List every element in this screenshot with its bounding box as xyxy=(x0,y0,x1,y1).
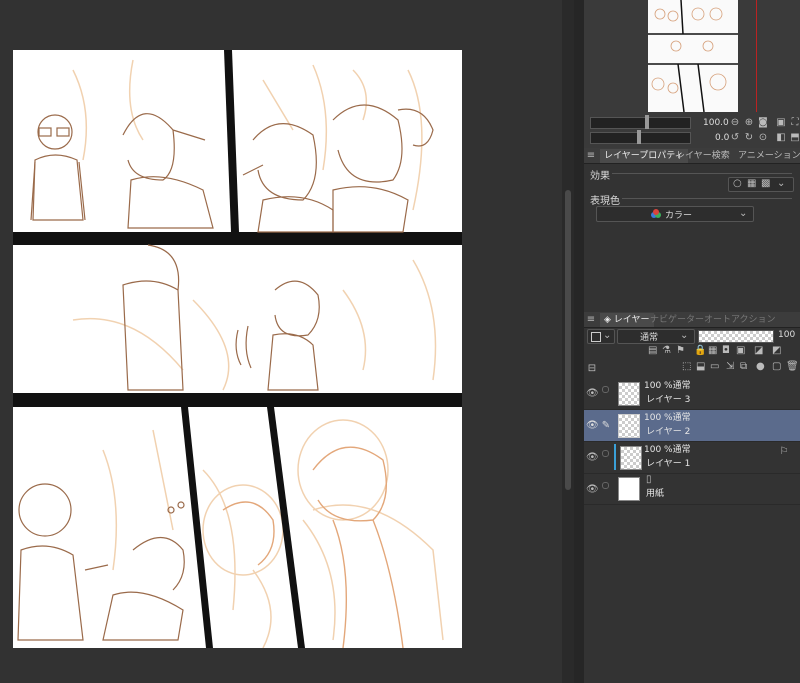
edit-target-indicator[interactable] xyxy=(602,450,609,457)
flip-horizontal-icon[interactable]: ◧ xyxy=(775,132,787,144)
expression-color-label: 表現色 xyxy=(590,196,620,207)
layer-thumbnail xyxy=(618,414,640,438)
tab-animation-cel[interactable]: アニメーションセル xyxy=(734,149,800,163)
layer-color-marker xyxy=(614,444,616,470)
lock-icon[interactable]: 🔒 xyxy=(694,345,706,357)
stop-icon[interactable]: ◙ xyxy=(757,117,769,129)
layer-row-2[interactable]: 👁 ✎ 100 %通常 レイヤー 2 xyxy=(584,410,800,442)
border-effect-icon[interactable]: ○ xyxy=(733,178,742,190)
opacity-value[interactable]: 100 xyxy=(778,330,795,340)
layer-row-paper[interactable]: 👁 ▯ 用紙 xyxy=(584,474,800,505)
transfer-icon[interactable]: ⇲ xyxy=(726,361,734,373)
blend-mode-select[interactable]: 通常 ⌄ xyxy=(617,329,695,344)
vertical-scroll-thumb[interactable] xyxy=(565,190,571,490)
tab-auto-action[interactable]: オートアクション xyxy=(700,313,780,327)
effect-divider xyxy=(612,173,792,174)
copy-layer-icon[interactable]: ▢ xyxy=(772,361,781,373)
blend-mode-value: 通常 xyxy=(640,333,659,343)
fit-icon[interactable]: ▣ xyxy=(775,117,787,129)
zoom-value: 100.0 xyxy=(703,118,729,128)
layer-name[interactable]: レイヤー 3 xyxy=(646,394,690,406)
layer-thumbnail xyxy=(618,382,640,406)
draft-icon[interactable]: ◪ xyxy=(754,345,763,357)
new-vector-icon[interactable]: ⬓ xyxy=(696,361,705,373)
new-folder-icon[interactable]: ▭ xyxy=(710,361,719,373)
paper-thumbnail xyxy=(618,477,640,501)
expression-color-select[interactable]: カラー ⌄ xyxy=(596,206,754,222)
panel-splitter[interactable] xyxy=(574,0,584,683)
layer-mode: 100 %通常 xyxy=(644,445,691,455)
clip-icon[interactable]: ⚑ xyxy=(676,345,685,357)
layer-color-swatch xyxy=(591,332,601,342)
eye-icon[interactable]: 👁 xyxy=(586,484,599,496)
new-raster-icon[interactable]: ⬚ xyxy=(682,361,691,373)
layer-name[interactable]: レイヤー 2 xyxy=(646,426,690,438)
zoom-slider-handle[interactable] xyxy=(645,115,649,129)
delete-layer-icon[interactable]: 🗑 xyxy=(786,361,799,373)
panel-menu-icon[interactable]: ≡ xyxy=(586,314,596,326)
chevron-down-icon: ⌄ xyxy=(739,208,748,219)
navigator-preview[interactable] xyxy=(648,0,738,113)
apply-mask-icon[interactable]: ● xyxy=(756,361,765,373)
fullscreen-icon[interactable]: ⛶ xyxy=(789,117,800,129)
layer-list-icon[interactable]: ⊟ xyxy=(586,363,598,375)
lock-transparency-icon[interactable]: ▦ xyxy=(708,345,717,357)
mask-icon[interactable]: ⚗ xyxy=(662,345,671,357)
edit-target-indicator[interactable] xyxy=(602,386,609,393)
layer-mode: 100 %通常 xyxy=(644,381,691,391)
flip-vertical-icon[interactable]: ⬒ xyxy=(789,132,800,144)
combine-icon[interactable]: ⧉ xyxy=(740,361,747,373)
chevron-down-icon: ⌄ xyxy=(603,330,612,341)
navigator-preview-art xyxy=(648,0,738,113)
rotate-slider-handle[interactable] xyxy=(637,130,641,144)
expression-divider xyxy=(622,198,792,199)
rotate-right-icon[interactable]: ↻ xyxy=(743,132,755,144)
draft-layer-icon: ⚐ xyxy=(779,446,789,457)
paper-icon: ▯ xyxy=(646,474,652,485)
zoom-out-icon[interactable]: ⊖ xyxy=(729,117,741,129)
layer-list-empty-area[interactable] xyxy=(584,505,800,683)
color-circles-icon xyxy=(651,209,661,219)
layer-thumbnail xyxy=(620,446,642,470)
effect-label: 効果 xyxy=(590,171,610,182)
tab-layer-search[interactable]: レイヤー検索 xyxy=(672,149,734,163)
layer-toolbar-1: ▤ ⚗ ⚑ 🔒 ▦ ◘ ▣ ◪ ◩ xyxy=(640,345,800,359)
opacity-slider[interactable] xyxy=(698,330,774,343)
ruler-icon[interactable]: ▣ xyxy=(736,345,745,357)
extract-line-icon[interactable]: ▩ xyxy=(761,178,770,190)
layer-toolbar-2: ⬚ ⬓ ▭ ⇲ ⧉ ● ▢ 🗑 xyxy=(680,361,800,375)
layer-mode: 100 %通常 xyxy=(644,413,691,423)
eye-icon[interactable]: 👁 xyxy=(586,388,599,400)
layers-icon: ◈ xyxy=(604,315,614,325)
zoom-in-icon[interactable]: ⊕ xyxy=(743,117,755,129)
layer-row-3[interactable]: 👁 100 %通常 レイヤー 3 xyxy=(584,378,800,410)
layer-color-button[interactable]: ⌄ xyxy=(587,329,615,344)
expression-color-value: カラー xyxy=(665,211,693,221)
eye-icon[interactable]: 👁 xyxy=(586,420,599,432)
pen-icon: ✎ xyxy=(601,420,611,431)
panel-menu-icon[interactable]: ≡ xyxy=(586,150,596,162)
manga-page-canvas[interactable] xyxy=(13,50,462,649)
effect-buttons[interactable]: ○ ▦ ▩ ⌄ xyxy=(728,177,794,192)
edit-target-indicator[interactable] xyxy=(602,482,609,489)
chevron-down-icon: ⌄ xyxy=(680,330,689,341)
chevron-down-icon[interactable]: ⌄ xyxy=(777,178,785,190)
color-icon[interactable]: ◩ xyxy=(772,345,781,357)
layer-name[interactable]: 用紙 xyxy=(646,488,664,500)
tone-effect-icon[interactable]: ▦ xyxy=(747,178,756,190)
reset-rotate-icon[interactable]: ⊙ xyxy=(757,132,769,144)
layer-row-1[interactable]: 👁 100 %通常 レイヤー 1 ⚐ xyxy=(584,442,800,474)
rotate-value: 0.0 xyxy=(715,133,730,143)
eye-icon[interactable]: 👁 xyxy=(586,452,599,464)
rotate-left-icon[interactable]: ↺ xyxy=(729,132,741,144)
zoom-slider[interactable] xyxy=(590,117,691,129)
tab-navigator[interactable]: ナビゲーター xyxy=(646,313,708,327)
reference-layer-icon[interactable]: ▤ xyxy=(648,345,657,357)
manga-artwork xyxy=(13,50,462,649)
navigator-view-line xyxy=(756,0,757,112)
layer-mask-icon[interactable]: ◘ xyxy=(722,345,730,357)
layer-name[interactable]: レイヤー 1 xyxy=(646,458,690,470)
